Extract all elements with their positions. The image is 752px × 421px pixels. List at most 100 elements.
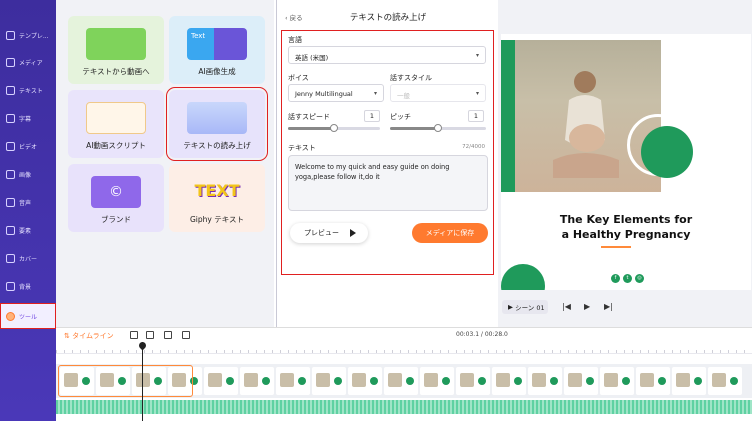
split-icon[interactable] <box>146 331 154 339</box>
add-icon[interactable] <box>130 331 138 339</box>
copyright-icon: © <box>91 176 141 208</box>
timeline-clip[interactable] <box>636 367 670 395</box>
previous-icon[interactable]: |◀ <box>562 302 571 311</box>
selected-clip[interactable] <box>58 365 193 397</box>
style-value: 一般 <box>397 92 410 100</box>
clip-thumbnail <box>640 373 654 387</box>
sidebar-item-label: 要素 <box>19 227 32 235</box>
timeline-clip[interactable] <box>348 367 382 395</box>
slide-headline[interactable]: The Key Elements for a Healthy Pregnancy <box>501 212 751 242</box>
tool-card-label: AI動画スクリプト <box>86 141 146 150</box>
timeline-clip[interactable] <box>600 367 634 395</box>
sidebar-item-subtitles[interactable]: 字幕 <box>0 105 56 131</box>
sidebar-item-label: 字幕 <box>19 115 32 123</box>
voice-select[interactable]: Jenny Multilingual ▾ <box>288 84 384 102</box>
play-icon[interactable]: ▶ <box>584 302 590 311</box>
timeline-clip[interactable] <box>276 367 310 395</box>
save-to-media-button[interactable]: メディアに保存 <box>412 223 488 243</box>
timeline-ruler[interactable] <box>56 346 752 354</box>
scene-selector[interactable]: ▶ シーン 01 <box>502 300 548 314</box>
text-to-speech-panel: ‹ 戻る テキストの読み上げ 言語 英語 (米国) ▾ ボイス 話すスタイル Je… <box>276 0 498 327</box>
music-icon <box>6 197 15 207</box>
waveform-icon <box>187 102 247 134</box>
tool-card-label: AI画像生成 <box>198 67 236 76</box>
timeline-clip[interactable] <box>672 367 706 395</box>
speed-slider[interactable] <box>288 124 380 132</box>
scene-controls: ▶ シーン 01 |◀ ▶ ▶| <box>498 296 752 318</box>
sidebar-item-tools[interactable]: ツール <box>0 303 56 329</box>
sidebar-item-elements[interactable]: 要素 <box>0 217 56 243</box>
timeline-clip[interactable] <box>312 367 346 395</box>
preview-button[interactable]: プレビュー <box>290 223 368 243</box>
twitter-icon: t <box>623 274 632 283</box>
sidebar-item-cover[interactable]: カバー <box>0 245 56 271</box>
canvas-slide[interactable]: The Key Elements for a Healthy Pregnancy… <box>501 34 751 290</box>
shapes-icon <box>6 225 15 235</box>
speed-label: 話すスピード <box>288 113 330 121</box>
clip-decoration <box>622 377 630 385</box>
sidebar-item-video[interactable]: ビデオ <box>0 133 56 159</box>
sidebar-item-label: ビデオ <box>19 143 38 151</box>
clip-thumbnail <box>244 373 258 387</box>
clip-thumbnail <box>316 373 330 387</box>
pitch-slider[interactable] <box>390 124 486 132</box>
clip-thumbnail <box>460 373 474 387</box>
timeline-clip[interactable] <box>492 367 526 395</box>
language-label: 言語 <box>288 36 302 44</box>
sidebar-item-background[interactable]: 背景 <box>0 273 56 299</box>
timeline-clip[interactable] <box>708 367 742 395</box>
next-icon[interactable]: ▶| <box>604 302 613 311</box>
voice-label: ボイス <box>288 74 309 82</box>
tool-card-giphy-text[interactable]: TEXT Giphy テキスト <box>169 164 265 232</box>
delete-icon[interactable] <box>182 331 190 339</box>
audio-track[interactable] <box>56 400 752 414</box>
image-icon <box>6 169 15 179</box>
pitch-input[interactable]: 1 <box>468 110 484 122</box>
chevron-down-icon: ▾ <box>475 52 479 59</box>
sidebar-item-audio[interactable]: 音声 <box>0 189 56 215</box>
subtitle-icon <box>6 113 15 123</box>
sidebar-item-images[interactable]: 画像 <box>0 161 56 187</box>
headline-line-2: a Healthy Pregnancy <box>561 228 691 241</box>
tts-text-input[interactable]: Welcome to my quick and easy guide on do… <box>288 155 488 211</box>
clip-decoration <box>730 377 738 385</box>
timeline-clip[interactable] <box>204 367 238 395</box>
style-select[interactable]: 一般 ▾ <box>390 84 486 102</box>
tool-card-brand[interactable]: © ブランド <box>68 164 164 232</box>
video-icon <box>6 141 15 151</box>
timeline-clip[interactable] <box>240 367 274 395</box>
clip-decoration <box>298 377 306 385</box>
clip-decoration <box>658 377 666 385</box>
tool-card-ai-video-script[interactable]: AI動画スクリプト <box>68 90 164 158</box>
tool-card-text-to-video[interactable]: テキストから動画へ <box>68 16 164 84</box>
sidebar-item-templates[interactable]: テンプレ... <box>0 22 56 48</box>
speed-slider-knob[interactable] <box>330 124 338 132</box>
chevron-down-icon: ▾ <box>475 90 479 97</box>
text-label: テキスト <box>288 144 316 152</box>
text-to-video-thumbnail <box>86 28 146 60</box>
timeline-clip[interactable] <box>420 367 454 395</box>
tool-card-ai-image[interactable]: Text AI画像生成 <box>169 16 265 84</box>
clip-decoration <box>370 377 378 385</box>
style-label: 話すスタイル <box>390 74 432 82</box>
panel-header: ‹ 戻る テキストの読み上げ <box>277 0 499 30</box>
sidebar-item-text[interactable]: テキスト <box>0 77 56 103</box>
scene-label: シーン 01 <box>515 304 545 312</box>
script-thumbnail <box>86 102 146 134</box>
speed-input[interactable]: 1 <box>364 110 380 122</box>
duplicate-icon[interactable] <box>164 331 172 339</box>
tool-card-text-to-speech[interactable]: テキストの読み上げ <box>166 87 268 161</box>
timeline-clip[interactable] <box>456 367 490 395</box>
tool-card-label: テキストから動画へ <box>82 67 150 76</box>
text-icon <box>6 85 15 95</box>
playhead[interactable] <box>137 340 148 421</box>
timeline-clip[interactable] <box>564 367 598 395</box>
clip-thumbnail <box>388 373 402 387</box>
timeline-toggle[interactable]: ⇅ タイムライン <box>64 331 114 341</box>
timeline-clip[interactable] <box>384 367 418 395</box>
facebook-icon: f <box>611 274 620 283</box>
timeline-clip[interactable] <box>528 367 562 395</box>
sidebar-item-media[interactable]: メディア <box>0 49 56 75</box>
pitch-slider-knob[interactable] <box>434 124 442 132</box>
language-select[interactable]: 英語 (米国) ▾ <box>288 46 486 64</box>
